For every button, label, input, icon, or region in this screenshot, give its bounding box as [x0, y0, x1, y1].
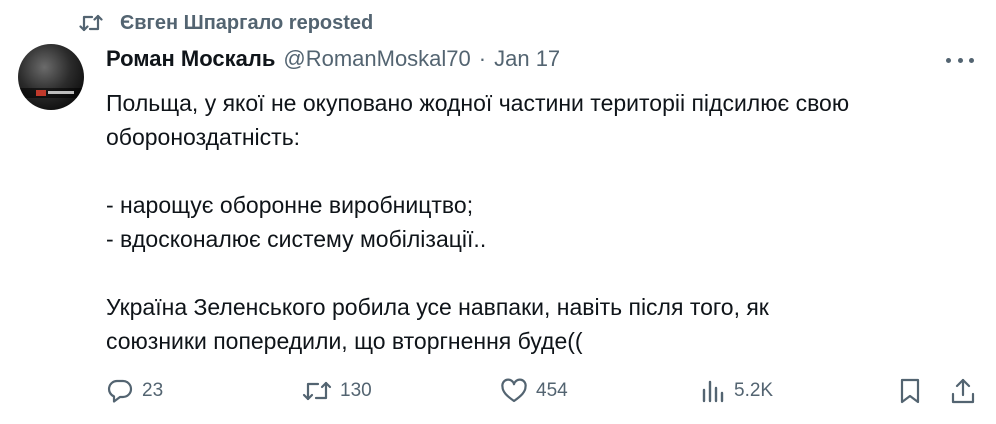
share-button[interactable]	[950, 374, 976, 408]
tweet-header: Роман Москаль @RomanMoskal70 · Jan 17	[106, 46, 560, 72]
share-icon	[950, 377, 976, 405]
tweet-text: Польща, у якої не окуповано жодної части…	[106, 86, 976, 358]
reply-button[interactable]: 23	[106, 374, 163, 408]
author-name[interactable]: Роман Москаль	[106, 46, 275, 72]
bookmark-button[interactable]	[898, 374, 922, 408]
retweet-count: 130	[340, 380, 372, 401]
author-handle[interactable]: @RomanMoskal70	[283, 46, 470, 72]
tweet-line: союзники попередили, що вторгнення буде(…	[106, 328, 583, 354]
action-bar: 23 130 454 5.2K	[106, 374, 978, 408]
views-count: 5.2K	[734, 380, 774, 401]
tweet-line: Україна Зеленського робила усе навпаки, …	[106, 294, 769, 320]
retweet-button[interactable]: 130	[302, 374, 372, 408]
tweet-line: обороноздатність:	[106, 124, 301, 150]
avatar[interactable]	[18, 44, 84, 110]
more-icon[interactable]	[946, 50, 974, 70]
reply-icon	[106, 377, 134, 405]
repost-label[interactable]: Євген Шпаргало reposted	[120, 12, 373, 35]
retweet-icon	[302, 378, 332, 404]
tweet-line	[106, 154, 976, 188]
repost-indicator: Євген Шпаргало reposted	[78, 10, 373, 36]
tweet-line: Польща, у якої не окуповано жодної части…	[106, 90, 850, 116]
reply-count: 23	[142, 380, 164, 401]
repost-icon	[78, 10, 104, 36]
like-button[interactable]: 454	[500, 374, 568, 408]
separator-dot: ·	[478, 46, 487, 71]
bookmark-icon	[898, 377, 922, 405]
views-icon	[700, 378, 726, 404]
heart-icon	[500, 378, 528, 404]
like-count: 454	[536, 380, 568, 401]
tweet-line: - вдосконалює систему мобілізації..	[106, 226, 487, 252]
views-button[interactable]: 5.2K	[700, 374, 773, 408]
tweet-line: - нарощує оборонне виробництво;	[106, 192, 474, 218]
tweet-line	[106, 256, 976, 290]
tweet-date[interactable]: Jan 17	[494, 46, 560, 72]
